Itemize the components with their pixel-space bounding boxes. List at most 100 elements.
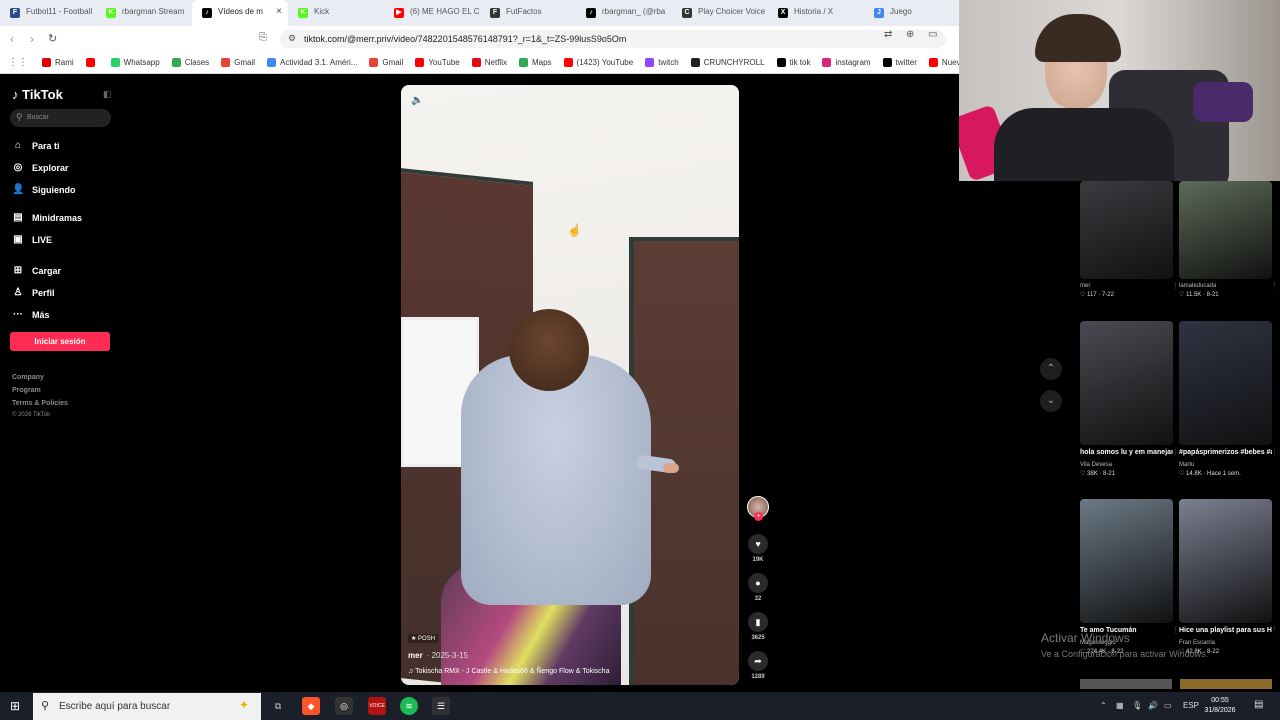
browser-tab[interactable]: F Futbol11 - Football <box>0 0 96 26</box>
nav-item-upload[interactable]: ⊞ Cargar <box>12 265 61 276</box>
card-menu-icon[interactable]: ⋮ <box>1271 448 1278 456</box>
forward-icon[interactable]: › <box>30 32 34 46</box>
bookmark-item[interactable]: twitch <box>645 58 679 67</box>
tray-chevron-icon[interactable]: ⌃ <box>1100 701 1107 710</box>
app-icon[interactable]: ◎ <box>335 697 353 715</box>
nav-item-following[interactable]: 👤 Siguiendo <box>12 184 76 195</box>
footer-link[interactable]: Company <box>12 374 44 381</box>
task-view-icon[interactable]: ⧉ <box>269 697 287 715</box>
spotify-icon[interactable]: ≋ <box>400 697 418 715</box>
system-clock[interactable]: 00:55 31/8/2026 <box>1200 696 1240 716</box>
apps-icon[interactable]: ⋮⋮ <box>8 57 28 68</box>
bookmark-item[interactable]: YouTube <box>415 58 460 67</box>
notifications-icon[interactable]: ▤ <box>1254 699 1263 710</box>
card-menu-icon[interactable]: ⋮ <box>1172 626 1179 634</box>
browser-tab[interactable]: K Kick <box>288 0 384 26</box>
browser-tab[interactable]: Krbargman Stream <box>96 0 192 26</box>
language-indicator[interactable]: ESP <box>1183 701 1199 710</box>
browser-tab[interactable]: F FutFactos <box>480 0 576 26</box>
card-menu-icon[interactable]: ⋮ <box>1172 282 1179 290</box>
browser-tab[interactable]: ♪ rbargman_ (@rba <box>576 0 672 26</box>
share-button[interactable]: ➦ 1289 <box>745 651 771 680</box>
footer-link[interactable]: Terms & Policies <box>12 400 68 407</box>
browser-tab[interactable]: J Juego <box>864 0 960 26</box>
bookmark-item[interactable]: CRUNCHYROLL <box>690 58 765 67</box>
video-thumbnail[interactable] <box>1080 499 1173 623</box>
mic-icon[interactable]: 🎙 <box>1132 701 1142 710</box>
recommended-video-card[interactable]: Hice una playlist para sus HOT GIRL WALK… <box>1179 499 1278 655</box>
footer-link[interactable]: Program <box>12 387 41 394</box>
recommended-video-card[interactable]: hola somos lu y em manejando la cuenta..… <box>1080 321 1179 477</box>
video-thumbnail[interactable] <box>1179 181 1272 279</box>
video-thumbnail[interactable] <box>1080 321 1173 445</box>
video-thumbnail[interactable] <box>1080 181 1173 279</box>
card-menu-icon[interactable]: ⋮ <box>1271 626 1278 634</box>
windows-start-icon[interactable]: ⊞ <box>10 699 20 713</box>
nav-item-more[interactable]: ··· Más <box>12 309 50 320</box>
translate-icon[interactable]: ⇄ <box>884 29 892 40</box>
obs-icon[interactable]: ☰ <box>432 697 450 715</box>
close-tab-icon[interactable]: × <box>276 6 282 17</box>
battery-icon[interactable]: ▭ <box>1164 701 1172 710</box>
bookmark-item[interactable]: Whatsapp <box>110 58 160 67</box>
voicemod-icon[interactable]: VOICE <box>368 697 386 715</box>
bookmark-item[interactable]: tik tok <box>776 58 810 67</box>
recommended-video-card[interactable]: mer ♡ 117 · 7-22 ⋮ <box>1080 181 1179 298</box>
browser-tab[interactable]: ▶ (6) ME HAGO EL CO <box>384 0 480 26</box>
video-music[interactable]: ♫ Tokischa RMX - J Castle & Hades66 & Ñe… <box>408 668 609 675</box>
browser-tab[interactable]: X Historia / X <box>768 0 864 26</box>
nav-item-profile[interactable]: ♙ Perfil <box>12 287 55 298</box>
bookmark-item[interactable]: Maps <box>518 58 552 67</box>
card-author[interactable]: Martu <box>1179 462 1272 468</box>
comment-button[interactable]: ● 32 <box>745 573 771 602</box>
browser-tab[interactable]: ♪ Vídeos de m × <box>192 0 288 26</box>
recommended-video-card[interactable]: lamaleducada ♡ 11.5K · 8-21 ⋮ <box>1179 181 1278 298</box>
zoom-icon[interactable]: ⊕ <box>906 29 914 40</box>
bookmark-item[interactable]: twitter <box>882 58 917 67</box>
video-thumbnail[interactable] <box>1179 499 1272 623</box>
card-author[interactable]: lamaleducada <box>1179 283 1272 289</box>
bookmark-item[interactable]: Netflix <box>471 58 507 67</box>
next-video-button[interactable]: ⌄ <box>1040 390 1062 412</box>
video-player[interactable]: 🔈 ··· ☝ ★ POSH mer · 2025-3-15 ♫ Tokischa… <box>401 85 739 685</box>
bookmark-item[interactable]: (1423) YouTube <box>563 58 633 67</box>
brave-icon[interactable]: ◆ <box>302 697 320 715</box>
video-author[interactable]: mer · 2025-3-15 <box>408 651 468 660</box>
follow-plus-icon[interactable]: + <box>754 512 763 521</box>
network-icon[interactable]: ▦ <box>1116 701 1124 710</box>
save-button[interactable]: ▮ 3625 <box>745 612 771 641</box>
cast-icon[interactable]: ▭ <box>928 29 937 40</box>
card-author[interactable]: mer <box>1080 283 1173 289</box>
nav-item-minidramas[interactable]: ▤ Minidramas <box>12 212 82 223</box>
nav-item-home[interactable]: ⌂ Para ti <box>12 140 60 151</box>
bookmark-icon[interactable]: ⎘ <box>259 32 267 43</box>
recommended-video-card[interactable]: #papásprimerizos #bebes #argentina... Mar… <box>1179 321 1278 477</box>
browser-tab[interactable]: C Play Choicer Voice <box>672 0 768 26</box>
reload-icon[interactable]: ↻ <box>48 32 57 45</box>
volume-icon[interactable]: 🔈 <box>411 95 423 106</box>
nav-item-explore[interactable]: ◎ Explorar <box>12 162 69 173</box>
bookmark-item[interactable] <box>85 58 99 67</box>
bookmark-item[interactable]: Gmail <box>369 58 403 67</box>
video-thumbnail[interactable] <box>1179 321 1272 445</box>
url-field[interactable]: ⚙ tiktok.com/@merr.priv/video/7482201548… <box>280 30 946 48</box>
more-options-icon[interactable]: ··· <box>717 93 727 104</box>
bookmark-item[interactable]: Gmail <box>221 58 255 67</box>
back-icon[interactable]: ‹ <box>10 32 14 46</box>
taskbar-search[interactable]: ⚲ Escribe aquí para buscar ✦ <box>33 693 261 720</box>
collapse-icon[interactable]: ◧ <box>103 89 112 100</box>
card-author[interactable]: Vila Devesa <box>1080 462 1173 468</box>
bookmark-item[interactable]: Actividad 3.1. Améri... <box>267 58 357 67</box>
card-author[interactable]: Fran Escarria <box>1179 640 1272 646</box>
speaker-icon[interactable]: 🔊 <box>1148 701 1158 710</box>
bookmark-item[interactable]: instagram <box>822 58 871 67</box>
site-info-icon[interactable]: ⚙ <box>288 33 296 44</box>
login-button[interactable]: Iniciar sesión <box>10 332 110 351</box>
previous-video-button[interactable]: ⌃ <box>1040 358 1062 380</box>
nav-item-live[interactable]: ▣ LIVE <box>12 234 52 245</box>
card-menu-icon[interactable]: ⋮ <box>1271 282 1278 290</box>
card-menu-icon[interactable]: ⋮ <box>1172 448 1179 456</box>
search-input[interactable]: ⚲ Buscar <box>10 109 111 127</box>
bookmark-item[interactable]: Clases <box>171 58 209 67</box>
creator-avatar[interactable]: + <box>745 496 771 521</box>
